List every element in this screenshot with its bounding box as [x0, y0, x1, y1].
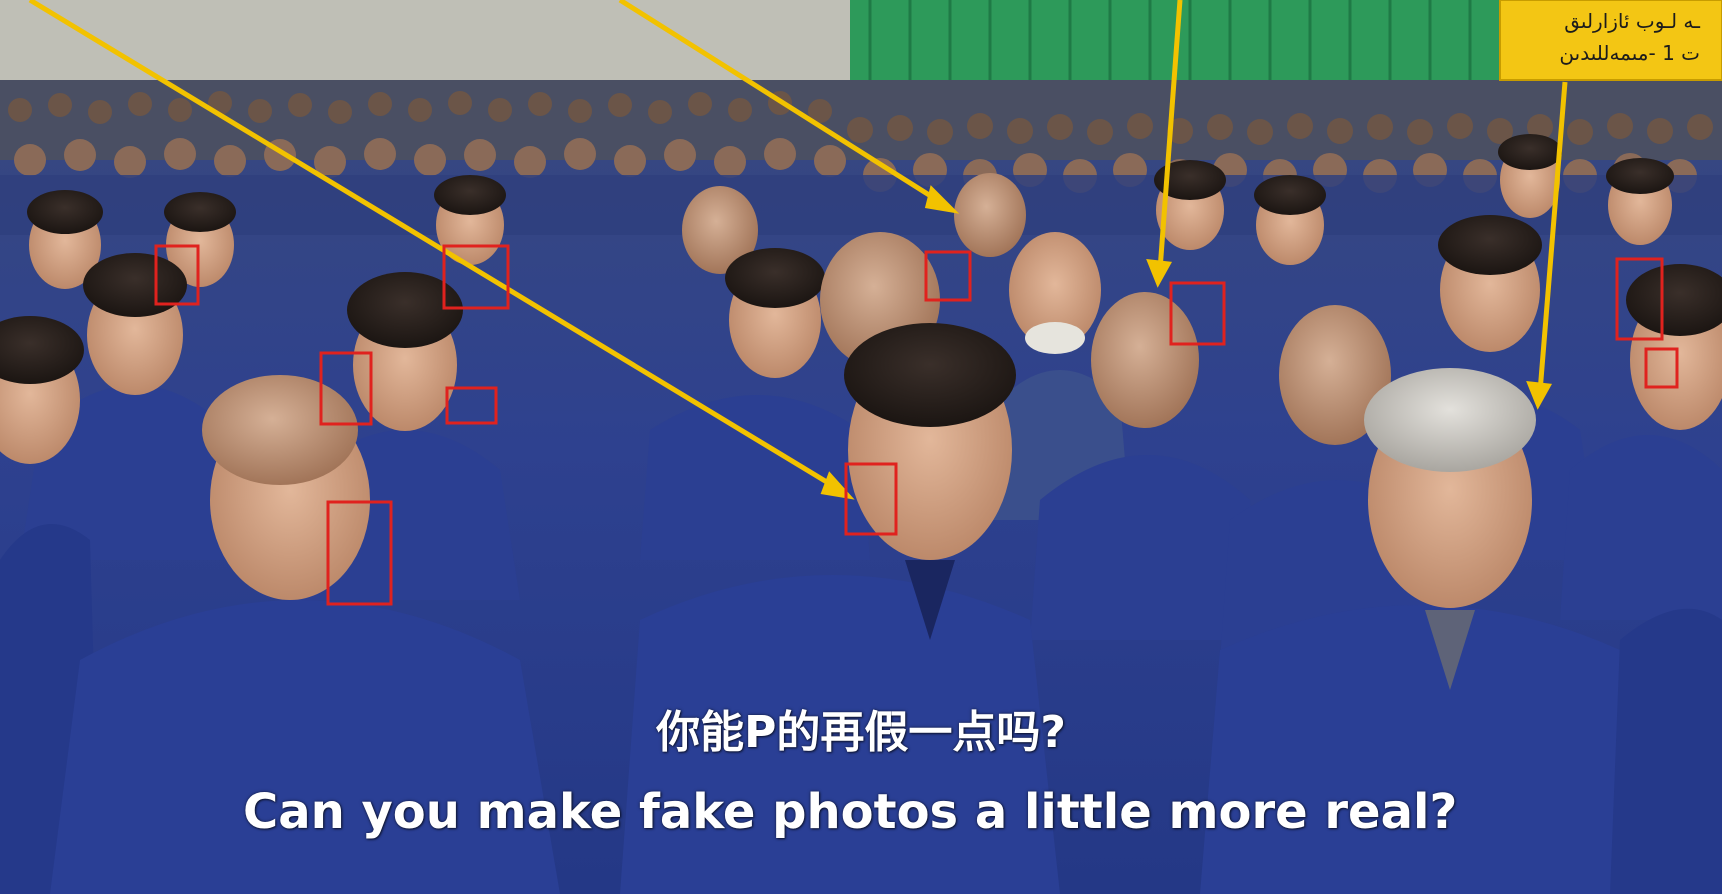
caption-chinese: 你能P的再假一点吗? [656, 707, 1066, 758]
sign-line1: ـه لـوب ئازارلىق [1564, 9, 1701, 33]
caption-english: Can you make fake photos a little more r… [243, 784, 1458, 840]
meme-image: ـه لـوب ئازارلىق ت 1 -مىمەللىدىن 你能P的再假一… [0, 0, 1722, 894]
yellow-sign: ـه لـوب ئازارلىق ت 1 -مىمەللىدىن [1499, 0, 1722, 81]
sign-line2: ت 1 -مىمەللىدىن [1559, 41, 1700, 65]
distant-crowd [0, 80, 1722, 235]
